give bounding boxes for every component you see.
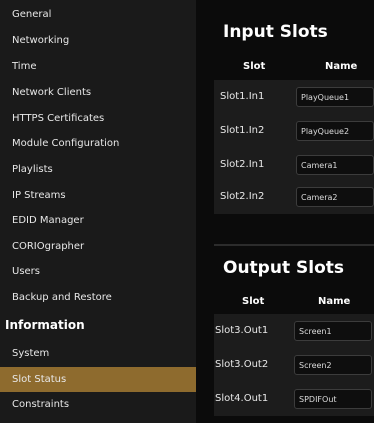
output-col-name-header: Name xyxy=(318,296,351,307)
sidebar-item-module-configuration[interactable]: Module Configuration xyxy=(0,131,196,156)
sidebar-item-system[interactable]: System xyxy=(0,341,196,366)
sidebar-item-coriographer[interactable]: CORIOgrapher xyxy=(0,234,196,259)
sidebar-item-constraints[interactable]: Constraints xyxy=(0,392,196,417)
input-slot-label: Slot1.In1 xyxy=(220,91,265,102)
input-slot-label: Slot2.In2 xyxy=(220,191,265,202)
sidebar-item-users[interactable]: Users xyxy=(0,259,196,284)
section-divider xyxy=(214,244,374,246)
output-slot-name-field[interactable] xyxy=(294,321,372,341)
input-col-name-header: Name xyxy=(325,61,358,72)
input-slot-name-field[interactable] xyxy=(296,187,374,207)
output-slot-label: Slot4.Out1 xyxy=(215,393,269,404)
sidebar-item-time[interactable]: Time xyxy=(0,54,196,79)
sidebar-item-https-certificates[interactable]: HTTPS Certificates xyxy=(0,106,196,131)
sidebar-item-backup-restore[interactable]: Backup and Restore xyxy=(0,285,196,310)
sidebar-item-ip-streams[interactable]: IP Streams xyxy=(0,183,196,208)
input-slot-name-field[interactable] xyxy=(296,155,374,175)
input-slot-label: Slot1.In2 xyxy=(220,125,265,136)
output-slot-label: Slot3.Out1 xyxy=(215,325,269,336)
sidebar-item-playlists[interactable]: Playlists xyxy=(0,157,196,182)
sidebar-item-general[interactable]: General xyxy=(0,2,196,27)
sidebar-item-slot-status[interactable]: Slot Status xyxy=(0,367,196,392)
sidebar-item-networking[interactable]: Networking xyxy=(0,28,196,53)
output-col-slot-header: Slot xyxy=(242,296,265,307)
output-slot-name-field[interactable] xyxy=(294,389,372,409)
sidebar-item-network-clients[interactable]: Network Clients xyxy=(0,80,196,105)
output-slot-label: Slot3.Out2 xyxy=(215,359,269,370)
input-slot-name-field[interactable] xyxy=(296,87,374,107)
output-slots-title: Output Slots xyxy=(223,258,344,278)
output-slot-name-field[interactable] xyxy=(294,355,372,375)
sidebar-section-information: Information xyxy=(5,318,85,332)
input-slots-title: Input Slots xyxy=(223,22,328,42)
sidebar-item-edid-manager[interactable]: EDID Manager xyxy=(0,208,196,233)
input-slot-name-field[interactable] xyxy=(296,121,374,141)
input-col-slot-header: Slot xyxy=(243,61,266,72)
input-slot-label: Slot2.In1 xyxy=(220,159,265,170)
